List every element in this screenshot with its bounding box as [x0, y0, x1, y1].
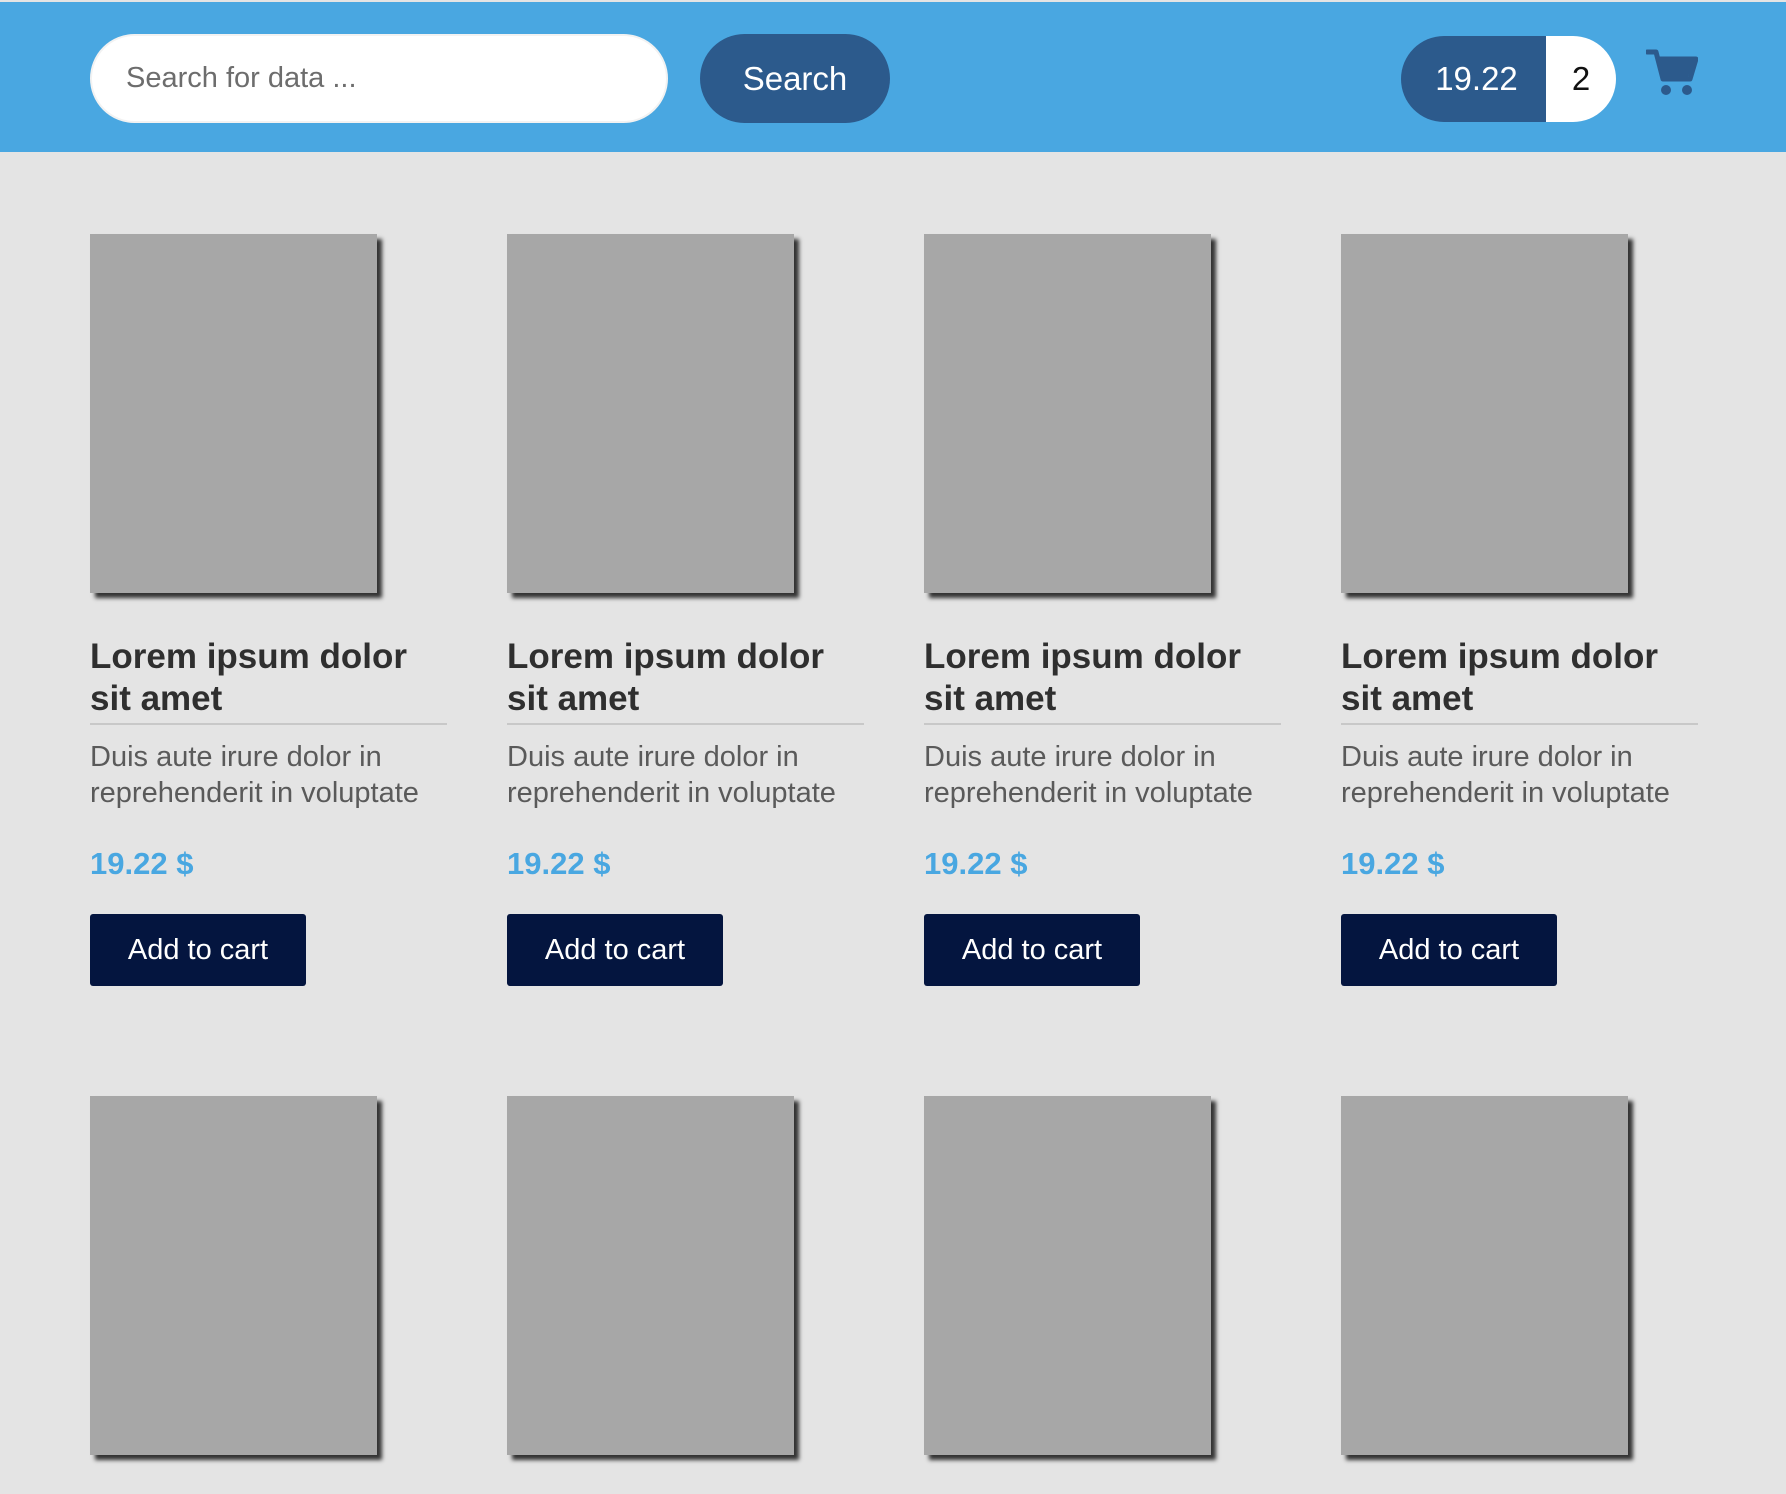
add-to-cart-button[interactable]: Add to cart	[507, 914, 723, 986]
product-title: Lorem ipsum dolor sit amet	[90, 637, 407, 718]
divider	[90, 723, 447, 725]
product-price: 19.22 $	[924, 846, 1028, 881]
top-bar: Search 19.22 2	[0, 2, 1786, 152]
product-description: Duis aute irure dolor in reprehenderit i…	[90, 741, 419, 809]
cart-summary[interactable]: 19.22 2	[1401, 36, 1616, 122]
product-description: Duis aute irure dolor in reprehenderit i…	[924, 741, 1253, 809]
product-price: 19.22 $	[90, 846, 194, 881]
add-to-cart-button[interactable]: Add to cart	[90, 914, 306, 986]
product-image[interactable]	[924, 234, 1211, 593]
product-image[interactable]	[1341, 1096, 1628, 1455]
product-price: 19.22 $	[507, 846, 611, 881]
shopping-cart-icon[interactable]	[1644, 48, 1699, 98]
product-price: 19.22 $	[1341, 846, 1445, 881]
search-button[interactable]: Search	[700, 34, 890, 123]
cart-item-count: 2	[1546, 36, 1616, 122]
product-image[interactable]	[1341, 234, 1628, 593]
product-title: Lorem ipsum dolor sit amet	[924, 637, 1241, 718]
product-image[interactable]	[90, 234, 377, 593]
divider	[924, 723, 1281, 725]
product-image[interactable]	[90, 1096, 377, 1455]
product-title: Lorem ipsum dolor sit amet	[507, 637, 824, 718]
product-image[interactable]	[507, 1096, 794, 1455]
product-image[interactable]	[507, 234, 794, 593]
product-description: Duis aute irure dolor in reprehenderit i…	[1341, 741, 1670, 809]
search-input[interactable]	[90, 34, 668, 123]
divider	[507, 723, 864, 725]
cart-total: 19.22	[1401, 36, 1546, 122]
product-description: Duis aute irure dolor in reprehenderit i…	[507, 741, 836, 809]
product-image[interactable]	[924, 1096, 1211, 1455]
product-title: Lorem ipsum dolor sit amet	[1341, 637, 1658, 718]
divider	[1341, 723, 1698, 725]
add-to-cart-button[interactable]: Add to cart	[1341, 914, 1557, 986]
add-to-cart-button[interactable]: Add to cart	[924, 914, 1140, 986]
